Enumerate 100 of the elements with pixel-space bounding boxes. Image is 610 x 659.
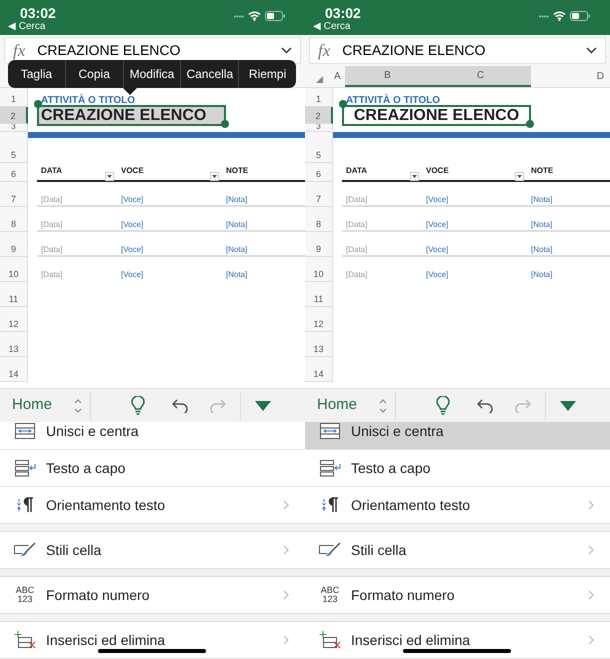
selection-handle[interactable] (526, 120, 534, 128)
row-header[interactable]: 2 (305, 107, 333, 124)
selected-cell[interactable]: CREAZIONE ELENCO (342, 105, 531, 126)
row-header[interactable]: 12 (0, 307, 28, 332)
chevron-right-icon (283, 590, 289, 600)
hidden-row-header (305, 132, 333, 138)
wifi-icon (553, 11, 566, 21)
row-header[interactable]: 8 (0, 207, 28, 232)
select-all-icon[interactable] (316, 76, 322, 83)
chevron-right-icon (588, 500, 594, 510)
menu-item[interactable]: Unisci e centra (305, 422, 610, 450)
table-cell: [Data] (41, 195, 62, 204)
column-heading: VOCE (426, 165, 449, 177)
table-cell: [Voce] (426, 270, 448, 279)
table-cell: [Nota] (226, 270, 248, 279)
clock: 03:02 (325, 5, 361, 21)
insert-delete-icon (14, 631, 36, 649)
back-link[interactable]: ◀ Cerca (8, 21, 56, 33)
table-cell: [Nota] (531, 220, 552, 229)
table-cell: [Voce] (121, 195, 144, 204)
wrap-text-icon (320, 460, 340, 476)
undo-icon[interactable] (172, 398, 188, 412)
hidden-row-header (0, 132, 28, 138)
lightbulb-icon[interactable] (436, 396, 450, 415)
row-header[interactable]: 14 (0, 357, 28, 382)
selection-handle[interactable] (339, 100, 347, 108)
row-header[interactable]: 9 (305, 232, 333, 257)
column-header[interactable]: C (430, 66, 531, 87)
undo-icon[interactable] (477, 398, 494, 412)
chevron-down-icon[interactable] (586, 47, 597, 54)
row-header[interactable]: 10 (0, 257, 28, 282)
up-down-chevron-icon[interactable] (379, 398, 388, 414)
formula-text: CREAZIONE ELENCO (37, 41, 182, 60)
row-header[interactable]: 1 (305, 88, 333, 107)
row-header[interactable]: 6 (0, 163, 28, 182)
sheet-subtitle: ATTIVITÀ O TITOLO (346, 95, 440, 107)
function-label: fx (13, 40, 26, 62)
sheet-title: CREAZIONE ELENCO (41, 106, 206, 124)
filter-dropdown-icon[interactable] (105, 172, 114, 181)
column-heading: DATA (346, 165, 368, 177)
row-header[interactable]: 6 (305, 163, 333, 182)
row-header[interactable]: 12 (305, 307, 333, 332)
table-cell: [Voce] (121, 220, 144, 229)
table-cell: [Nota] (226, 220, 248, 229)
wrap-text-icon (14, 460, 36, 476)
selection-handle[interactable] (221, 120, 229, 128)
table-cell: [Data] (346, 195, 368, 204)
row-header[interactable]: 1 (0, 88, 28, 107)
formula-bar[interactable]: fx CREAZIONE ELENCO (309, 37, 606, 64)
signal-icon (539, 14, 549, 18)
lightbulb-icon[interactable] (131, 396, 146, 415)
row-header[interactable]: 11 (305, 282, 333, 307)
merge-cells-icon (15, 423, 35, 439)
selection-handle[interactable] (34, 100, 42, 108)
up-down-chevron-icon[interactable] (74, 398, 82, 414)
table-cell: [Nota] (531, 270, 552, 279)
row-header[interactable]: 13 (305, 332, 333, 357)
table-cell: [Nota] (531, 195, 552, 204)
row-header[interactable]: 8 (305, 207, 333, 232)
back-link[interactable]: ◀ Cerca (313, 21, 361, 33)
formula-text: CREAZIONE ELENCO (342, 41, 486, 60)
row-header[interactable]: 5 (305, 138, 333, 163)
table-cell: [Voce] (426, 245, 448, 254)
insert-delete-icon (319, 631, 341, 649)
table-cell: [Data] (41, 270, 62, 279)
row-header[interactable]: 13 (0, 332, 28, 357)
menu-item[interactable]: Unisci e centra (0, 422, 305, 450)
signal-icon (234, 14, 244, 18)
chevron-right-icon (283, 500, 289, 510)
collapse-triangle-icon[interactable] (255, 400, 272, 410)
collapse-triangle-icon[interactable] (560, 400, 576, 410)
sheet-subtitle: ATTIVITÀ O TITOLO (41, 95, 136, 107)
pilcrow-icon (321, 497, 339, 513)
column-heading: NOTE (531, 165, 554, 177)
column-header[interactable]: D (531, 66, 610, 87)
column-header[interactable]: B (345, 66, 430, 87)
row-header[interactable]: 5 (0, 138, 28, 163)
ribbon-tab-selector[interactable]: Home (12, 394, 52, 417)
column-heading: NOTE (226, 165, 248, 177)
row-header[interactable]: 2 (0, 107, 28, 124)
chevron-down-icon[interactable] (281, 47, 292, 54)
selected-cell[interactable]: CREAZIONE ELENCO (37, 105, 226, 126)
filter-dropdown-icon[interactable] (515, 172, 524, 181)
filter-dropdown-icon[interactable] (410, 172, 419, 181)
row-header[interactable]: 10 (305, 257, 333, 282)
row-header[interactable]: 14 (305, 357, 333, 382)
wifi-icon (248, 11, 261, 21)
row-header[interactable]: 11 (0, 282, 28, 307)
table-cell: [Data] (346, 270, 368, 279)
column-header[interactable]: A (333, 66, 345, 87)
row-header[interactable]: 7 (305, 182, 333, 207)
ribbon-tab-selector[interactable]: Home (317, 394, 358, 417)
row-header[interactable]: 9 (0, 232, 28, 257)
chevron-right-icon (588, 635, 594, 645)
filter-dropdown-icon[interactable] (210, 172, 219, 181)
table-cell: [Data] (346, 220, 368, 229)
chevron-right-icon (588, 545, 594, 555)
row-header[interactable]: 7 (0, 182, 28, 207)
function-label: fx (318, 40, 330, 62)
table-cell: [Voce] (121, 270, 144, 279)
